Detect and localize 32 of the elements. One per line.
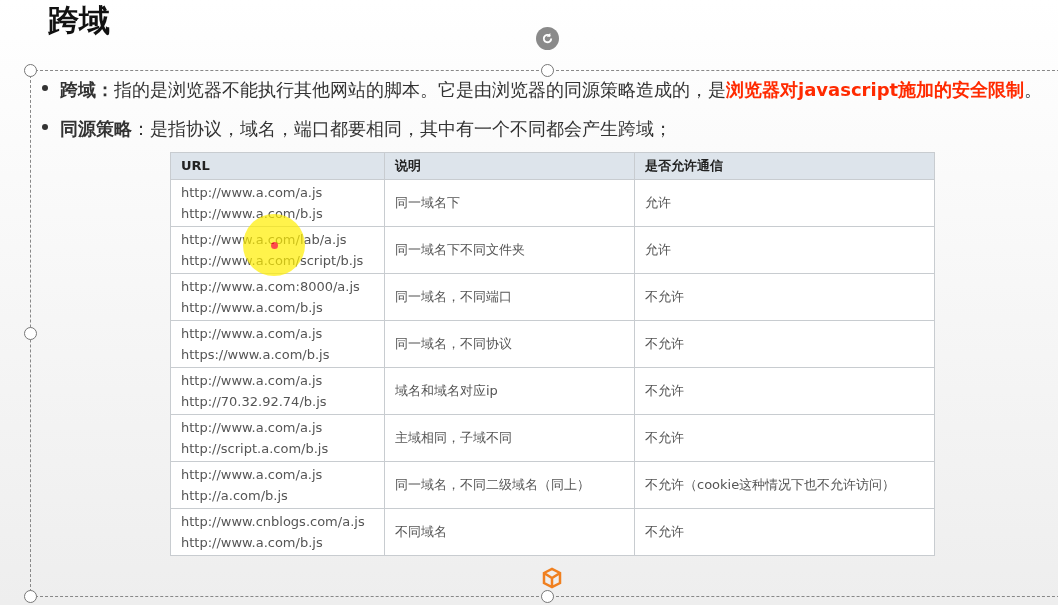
column-header: URL: [170, 152, 385, 180]
table-cell: 不允许: [634, 508, 935, 556]
table-cell: 同一域名下不同文件夹: [384, 226, 635, 274]
resize-handle[interactable]: [24, 590, 37, 603]
column-header: 说明: [384, 152, 635, 180]
table-cell: 域名和域名对应ip: [384, 367, 635, 415]
table-cell: 同一域名，不同端口: [384, 273, 635, 321]
logo-icon: [540, 566, 564, 590]
table-cell: 主域相同，子域不同: [384, 414, 635, 462]
table-cell: 不同域名: [384, 508, 635, 556]
rotate-handle[interactable]: [536, 27, 559, 50]
resize-handle[interactable]: [24, 327, 37, 340]
table-cell: 同一域名下: [384, 179, 635, 227]
table-cell: 不允许: [634, 414, 935, 462]
table-cell: 同一域名，不同二级域名（同上）: [384, 461, 635, 509]
bullet-icon: [42, 124, 48, 130]
resize-handle[interactable]: [541, 590, 554, 603]
resize-handle[interactable]: [541, 64, 554, 77]
table-cell: 不允许: [634, 367, 935, 415]
bullet-icon: [42, 85, 48, 91]
table-cell: 同一域名，不同协议: [384, 320, 635, 368]
bullet-text: 跨域：指的是浏览器不能执行其他网站的脚本。它是由浏览器的同源策略造成的，是浏览器对javascript施加的安全限制。: [60, 78, 1044, 102]
bullet-text: 同源策略：是指协议，域名，端口都要相同，其中有一个不同都会产生跨域；: [60, 117, 673, 141]
table-cell: 允许: [634, 226, 935, 274]
table-cell: http://www.cnblogs.com/a.js http://www.a.com/b.js: [170, 508, 385, 556]
table-cell: 不允许: [634, 273, 935, 321]
resize-handle[interactable]: [24, 64, 37, 77]
table-cell: 允许: [634, 179, 935, 227]
slide-title: 跨域: [48, 1, 110, 40]
table-cell: 不允许: [634, 320, 935, 368]
table-cell: 不允许（cookie这种情况下也不允许访问）: [634, 461, 935, 509]
column-header: 是否允许通信: [634, 152, 935, 180]
